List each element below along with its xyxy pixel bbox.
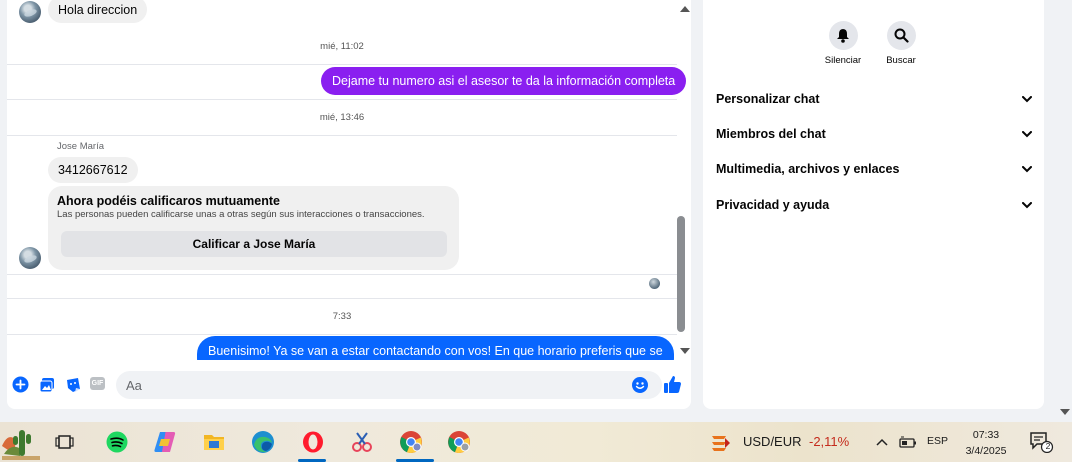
message-text: Buenisimo! Ya se van a estar contactando… [208,344,663,358]
outgoing-message[interactable]: Dejame tu numero asi el asesor te da la … [321,67,687,95]
search-icon[interactable] [886,21,916,50]
message-text: Dejame tu numero asi el asesor te da la … [332,74,676,88]
section-media-files-links[interactable]: Multimedia, archivos y enlaces [716,155,1032,183]
seen-indicator-avatar [649,278,660,289]
divider [7,334,677,335]
clock[interactable]: 07:33 3/4/2025 [958,427,1014,459]
message-list[interactable]: Hola direccion mié, 11:02 Dejame tu nume… [7,0,691,360]
section-chat-members[interactable]: Miembros del chat [716,120,1032,148]
rating-card-title: Ahora podéis calificaros mutuamente [57,194,280,208]
conversation-info-panel: Silenciar Buscar Personalizar chat Miemb… [703,0,1044,409]
chevron-down-icon [1022,165,1032,172]
rating-card: Ahora podéis calificaros mutuamente Las … [48,186,459,270]
thumbs-up-icon[interactable] [663,375,682,394]
widgets-icon[interactable] [2,424,40,460]
timestamp: mié, 11:02 [320,41,364,52]
stock-ticker-icon[interactable] [710,432,732,454]
search-label: Buscar [886,55,916,66]
notification-center-icon[interactable]: 2 [1029,430,1055,454]
chevron-down-icon [1022,201,1032,208]
battery-icon[interactable] [898,430,918,454]
scrollbar-thumb[interactable] [677,216,685,332]
chrome-profile-icon[interactable] [447,430,471,454]
ticker-label[interactable]: USD/EUR [743,434,802,449]
chat-panel: Hola direccion mié, 11:02 Dejame tu nume… [7,0,691,409]
section-label: Multimedia, archivos y enlaces [716,162,900,176]
section-customize-chat[interactable]: Personalizar chat [716,85,1032,113]
message-composer: GIF [7,369,691,401]
opera-icon[interactable] [301,430,325,454]
spotify-icon[interactable] [105,430,129,454]
divider [7,64,677,65]
emoji-icon[interactable] [632,377,648,393]
clock-date: 3/4/2025 [965,445,1007,457]
section-privacy-help[interactable]: Privacidad y ayuda [716,191,1032,219]
chevron-down-icon [1022,95,1032,102]
divider [7,135,677,136]
edge-icon[interactable] [251,430,275,454]
copilot-icon[interactable] [153,430,177,454]
contact-avatar[interactable] [19,247,41,269]
snipping-tool-icon[interactable] [350,430,374,454]
bell-icon[interactable] [828,21,858,50]
rating-card-description: Las personas pueden calificarse unas a o… [57,209,425,220]
chevron-down-icon [1022,130,1032,137]
section-label: Personalizar chat [716,92,820,106]
scroll-down-arrow-icon[interactable] [680,348,690,354]
sticker-icon[interactable] [64,376,81,393]
outgoing-message[interactable]: Buenisimo! Ya se van a estar contactando… [197,336,674,360]
sender-name: Jose María [57,141,104,152]
plus-circle-icon[interactable] [12,376,29,393]
notification-count: 2 [1045,441,1051,451]
photo-icon[interactable] [38,376,55,393]
mute-action[interactable]: Silenciar [818,21,868,66]
search-action[interactable]: Buscar [876,21,926,66]
divider [7,99,677,100]
gif-icon[interactable]: GIF [90,377,105,390]
incoming-message[interactable]: Hola direccion [48,0,148,23]
chat-scrollbar[interactable] [677,0,691,360]
divider [7,274,677,275]
chevron-up-icon[interactable] [874,430,890,454]
incoming-message[interactable]: 3412667612 [48,157,138,183]
scroll-up-arrow-icon[interactable] [680,6,690,12]
message-text: 3412667612 [58,163,128,177]
page-scroll-down-arrow-icon[interactable] [1060,409,1070,415]
file-explorer-icon[interactable] [202,430,226,454]
section-label: Privacidad y ayuda [716,198,830,212]
taskbar: USD/EUR -2,11% ESP 07:33 3/4/2025 2 [0,422,1072,462]
language-indicator[interactable]: ESP [927,435,948,447]
task-view-icon[interactable] [53,430,77,454]
message-input[interactable] [116,371,662,399]
mute-label: Silenciar [824,55,862,66]
chrome-icon[interactable] [399,430,423,454]
clock-time: 07:33 [972,429,1000,441]
timestamp: 7:33 [332,311,352,322]
timestamp: mié, 13:46 [319,112,365,123]
rate-contact-button[interactable]: Calificar a Jose María [61,231,447,257]
message-text: Hola direccion [58,2,138,17]
section-label: Miembros del chat [716,127,826,141]
contact-avatar[interactable] [19,1,41,23]
divider [7,298,677,299]
ticker-value[interactable]: -2,11% [809,434,849,449]
